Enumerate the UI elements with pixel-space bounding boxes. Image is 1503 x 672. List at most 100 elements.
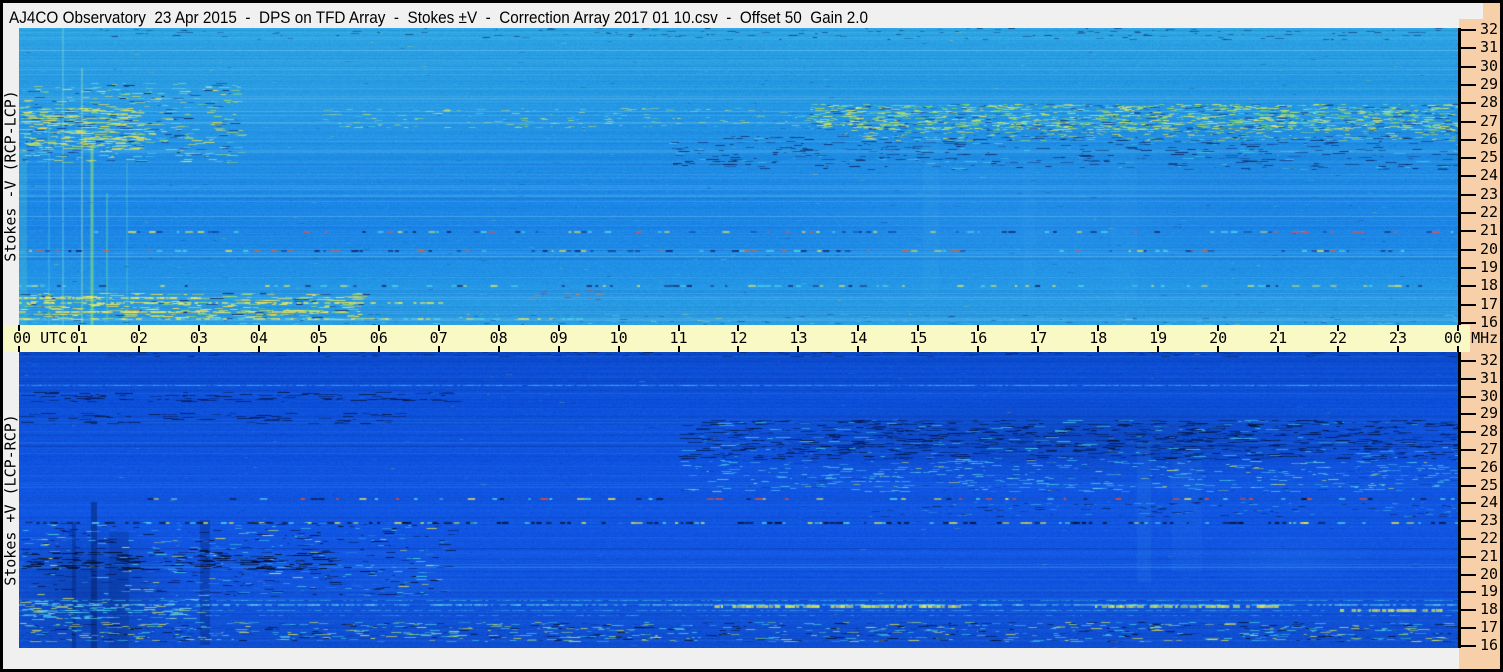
freq-tick — [1459, 47, 1476, 50]
freq-label: 21 — [1480, 546, 1499, 565]
freq-tick — [1459, 466, 1476, 469]
freq-tick — [1459, 138, 1476, 141]
freq-tick — [1459, 644, 1476, 647]
hour-label: 19 — [1149, 329, 1168, 347]
freq-label: 31 — [1480, 38, 1499, 57]
hour-label: 08 — [489, 329, 508, 347]
freq-tick — [1459, 285, 1476, 288]
freq-tick — [1459, 484, 1476, 487]
spectrogram-bottom — [19, 352, 1458, 648]
hour-label: 15 — [909, 329, 928, 347]
freq-tick — [1459, 502, 1476, 505]
freq-label: 31 — [1480, 368, 1499, 387]
stokes-plus-v-label: Stokes +V (LCP-RCP) — [1, 414, 20, 586]
freq-tick — [1459, 175, 1476, 178]
freq-label: 16 — [1480, 635, 1499, 654]
freq-label: 23 — [1480, 184, 1499, 203]
title-bar-extension — [1459, 3, 1483, 19]
hour-label: 03 — [189, 329, 208, 347]
hour-label: 16 — [969, 329, 988, 347]
freq-tick — [1459, 321, 1476, 324]
hour-label: 04 — [249, 329, 268, 347]
freq-tick — [1459, 212, 1476, 214]
hour-label: 22 — [1329, 329, 1348, 347]
spectrograph-window: AJ4CO Observatory 23 Apr 2015 - DPS on T… — [0, 0, 1503, 672]
freq-label: 29 — [1480, 74, 1499, 93]
bottom-strip — [3, 648, 1459, 669]
freq-label: 28 — [1480, 422, 1499, 441]
freq-tick — [1459, 609, 1476, 612]
freq-tick — [1459, 266, 1476, 269]
freq-tick — [1459, 102, 1476, 105]
title-bar: AJ4CO Observatory 23 Apr 2015 - DPS on T… — [3, 3, 1459, 28]
freq-tick — [1459, 538, 1476, 540]
freq-tick — [1459, 520, 1476, 523]
freq-tick — [1459, 591, 1476, 594]
freq-label: 25 — [1480, 148, 1499, 167]
freq-tick — [1459, 627, 1476, 629]
freq-tick — [1459, 377, 1476, 380]
freq-tick — [1459, 248, 1476, 251]
hour-label: 13 — [789, 329, 808, 347]
hour-label: 11 — [669, 329, 688, 347]
hour-label: 01 — [69, 329, 88, 347]
freq-tick — [1459, 83, 1476, 86]
hour-label: 23 — [1389, 329, 1408, 347]
freq-label: 21 — [1480, 221, 1499, 240]
freq-label: 20 — [1480, 564, 1499, 583]
hour-label: 07 — [429, 329, 448, 347]
freq-label: 26 — [1480, 129, 1499, 148]
freq-tick — [1459, 395, 1476, 398]
freq-label: 32 — [1480, 20, 1499, 38]
freq-tick — [1459, 65, 1476, 68]
hour-label: 21 — [1269, 329, 1288, 347]
freq-label: 26 — [1480, 457, 1499, 476]
freq-label: 24 — [1480, 166, 1499, 185]
freq-tick — [1459, 230, 1476, 233]
freq-label: 29 — [1480, 404, 1499, 423]
hour-label: 12 — [729, 329, 748, 347]
freq-label: 20 — [1480, 239, 1499, 258]
freq-label: 17 — [1480, 294, 1499, 313]
window-title: AJ4CO Observatory 23 Apr 2015 - DPS on T… — [9, 8, 869, 27]
hour-label: 18 — [1089, 329, 1108, 347]
freq-label: 22 — [1480, 203, 1499, 221]
freq-label: 30 — [1480, 386, 1499, 405]
freq-label: 17 — [1480, 618, 1499, 636]
freq-tick — [1459, 120, 1476, 123]
hour-label: 06 — [369, 329, 388, 347]
hour-label: 17 — [1029, 329, 1048, 347]
freq-label: 18 — [1480, 600, 1499, 619]
freq-label: 32 — [1480, 351, 1499, 369]
freq-tick — [1459, 555, 1476, 558]
freq-label: 27 — [1480, 440, 1499, 458]
time-label-start: 00 UTC — [13, 329, 68, 347]
freq-tick — [1459, 431, 1476, 434]
freq-label: 27 — [1480, 111, 1499, 130]
time-axis: 00 UTC 01 02 03 04 05 06 07 08 09 10 11 12 13 14 15 16 17… — [4, 325, 1498, 352]
freq-tick — [1459, 413, 1476, 416]
hour-label: 09 — [549, 329, 568, 347]
spectrogram-top — [19, 28, 1458, 325]
freq-tick — [1459, 157, 1476, 160]
hour-label: 02 — [129, 329, 148, 347]
freq-label: 24 — [1480, 493, 1499, 512]
freq-tick — [1459, 29, 1476, 31]
hour-label: 10 — [609, 329, 628, 347]
time-label-end: 00 MHz — [1444, 329, 1499, 347]
freq-label: 28 — [1480, 93, 1499, 112]
freq-tick — [1459, 193, 1476, 196]
freq-label: 23 — [1480, 511, 1499, 530]
freq-label: 25 — [1480, 475, 1499, 494]
freq-tick — [1459, 360, 1476, 362]
freq-tick — [1459, 449, 1476, 451]
freq-label: 30 — [1480, 56, 1499, 75]
hour-label: 05 — [309, 329, 328, 347]
freq-tick — [1459, 573, 1476, 576]
freq-label: 16 — [1480, 312, 1499, 331]
hour-label: 14 — [849, 329, 868, 347]
freq-label: 19 — [1480, 582, 1499, 601]
freq-label: 18 — [1480, 276, 1499, 295]
stokes-minus-v-label: Stokes -V (RCP-LCP) — [1, 90, 20, 262]
hour-label: 20 — [1209, 329, 1228, 347]
